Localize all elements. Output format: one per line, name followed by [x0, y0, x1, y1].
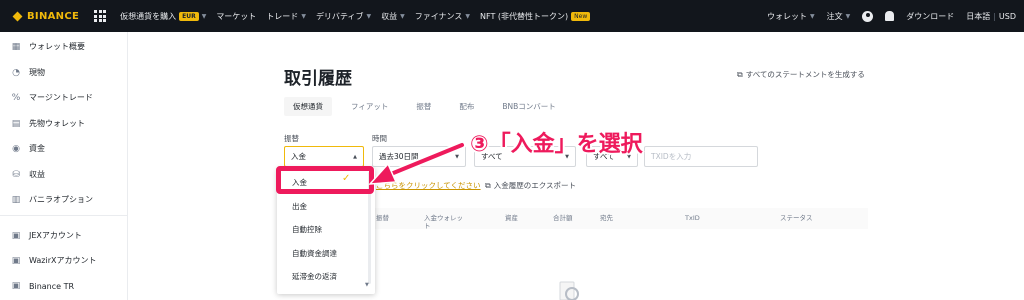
annotation-text: ③「入金」を選択 — [470, 132, 643, 157]
